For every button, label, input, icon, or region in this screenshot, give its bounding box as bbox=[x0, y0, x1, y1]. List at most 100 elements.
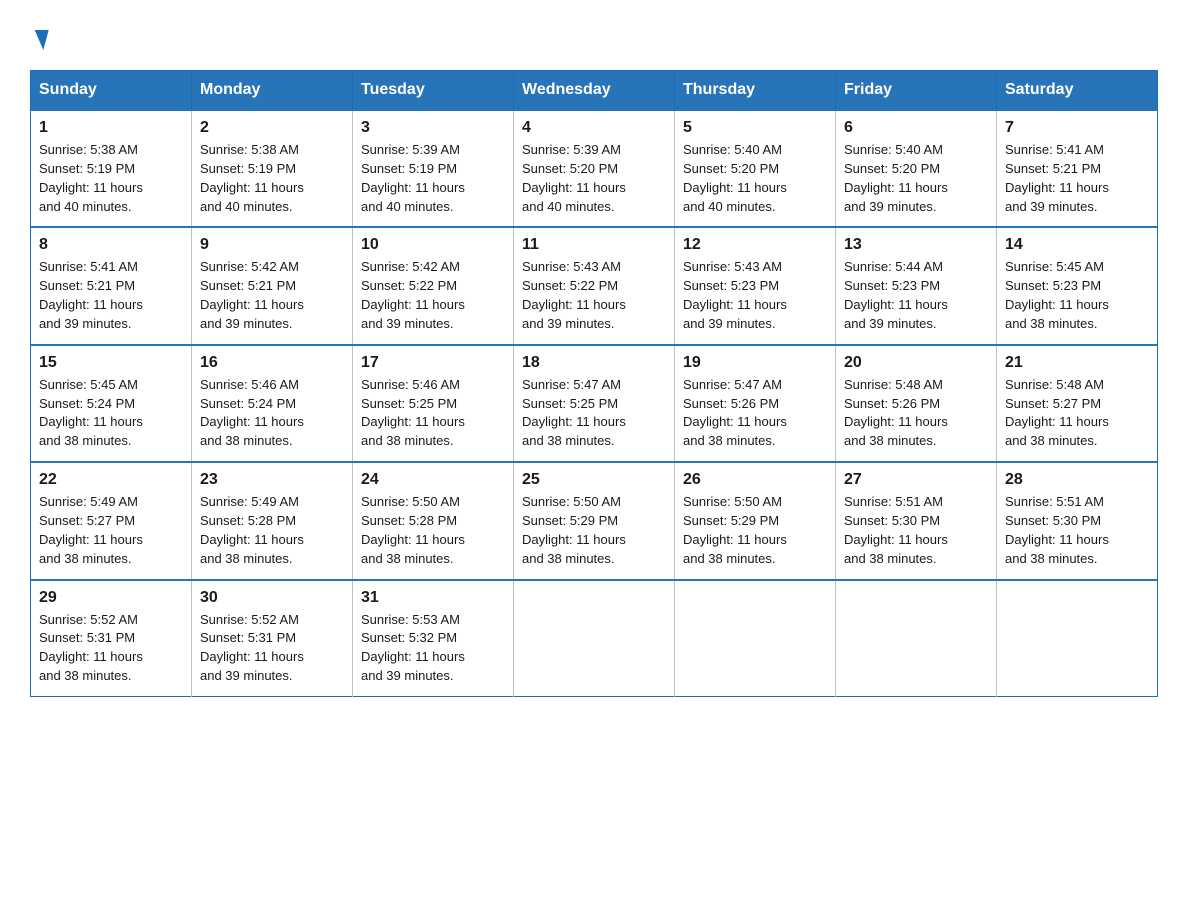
day-number: 24 bbox=[361, 471, 505, 489]
day-number: 29 bbox=[39, 589, 183, 607]
day-number: 9 bbox=[200, 236, 344, 254]
calendar-cell: 11 Sunrise: 5:43 AM Sunset: 5:22 PM Dayl… bbox=[514, 227, 675, 344]
calendar-cell bbox=[836, 580, 997, 697]
calendar-cell: 31 Sunrise: 5:53 AM Sunset: 5:32 PM Dayl… bbox=[353, 580, 514, 697]
calendar-cell: 10 Sunrise: 5:42 AM Sunset: 5:22 PM Dayl… bbox=[353, 227, 514, 344]
day-info: Sunrise: 5:45 AM Sunset: 5:24 PM Dayligh… bbox=[39, 376, 183, 451]
calendar-cell bbox=[997, 580, 1158, 697]
calendar-cell: 16 Sunrise: 5:46 AM Sunset: 5:24 PM Dayl… bbox=[192, 345, 353, 462]
day-info: Sunrise: 5:48 AM Sunset: 5:26 PM Dayligh… bbox=[844, 376, 988, 451]
day-info: Sunrise: 5:50 AM Sunset: 5:28 PM Dayligh… bbox=[361, 493, 505, 568]
day-info: Sunrise: 5:42 AM Sunset: 5:21 PM Dayligh… bbox=[200, 258, 344, 333]
calendar-cell: 17 Sunrise: 5:46 AM Sunset: 5:25 PM Dayl… bbox=[353, 345, 514, 462]
calendar-cell: 6 Sunrise: 5:40 AM Sunset: 5:20 PM Dayli… bbox=[836, 110, 997, 227]
calendar-week-row: 29 Sunrise: 5:52 AM Sunset: 5:31 PM Dayl… bbox=[31, 580, 1158, 697]
day-info: Sunrise: 5:49 AM Sunset: 5:28 PM Dayligh… bbox=[200, 493, 344, 568]
calendar-cell: 28 Sunrise: 5:51 AM Sunset: 5:30 PM Dayl… bbox=[997, 462, 1158, 579]
day-number: 31 bbox=[361, 589, 505, 607]
calendar-week-row: 15 Sunrise: 5:45 AM Sunset: 5:24 PM Dayl… bbox=[31, 345, 1158, 462]
day-info: Sunrise: 5:40 AM Sunset: 5:20 PM Dayligh… bbox=[844, 141, 988, 216]
day-info: Sunrise: 5:41 AM Sunset: 5:21 PM Dayligh… bbox=[39, 258, 183, 333]
day-number: 22 bbox=[39, 471, 183, 489]
calendar-cell bbox=[675, 580, 836, 697]
calendar-cell: 7 Sunrise: 5:41 AM Sunset: 5:21 PM Dayli… bbox=[997, 110, 1158, 227]
day-number: 30 bbox=[200, 589, 344, 607]
day-info: Sunrise: 5:38 AM Sunset: 5:19 PM Dayligh… bbox=[39, 141, 183, 216]
calendar-cell: 27 Sunrise: 5:51 AM Sunset: 5:30 PM Dayl… bbox=[836, 462, 997, 579]
calendar-cell: 26 Sunrise: 5:50 AM Sunset: 5:29 PM Dayl… bbox=[675, 462, 836, 579]
day-number: 19 bbox=[683, 354, 827, 372]
day-info: Sunrise: 5:39 AM Sunset: 5:19 PM Dayligh… bbox=[361, 141, 505, 216]
calendar-week-row: 22 Sunrise: 5:49 AM Sunset: 5:27 PM Dayl… bbox=[31, 462, 1158, 579]
day-number: 23 bbox=[200, 471, 344, 489]
day-number: 6 bbox=[844, 119, 988, 137]
header-tuesday: Tuesday bbox=[353, 71, 514, 111]
day-number: 21 bbox=[1005, 354, 1149, 372]
calendar-cell: 20 Sunrise: 5:48 AM Sunset: 5:26 PM Dayl… bbox=[836, 345, 997, 462]
day-number: 28 bbox=[1005, 471, 1149, 489]
day-info: Sunrise: 5:52 AM Sunset: 5:31 PM Dayligh… bbox=[200, 611, 344, 686]
logo-arrow-icon bbox=[29, 30, 48, 50]
day-info: Sunrise: 5:45 AM Sunset: 5:23 PM Dayligh… bbox=[1005, 258, 1149, 333]
header-monday: Monday bbox=[192, 71, 353, 111]
day-number: 16 bbox=[200, 354, 344, 372]
day-info: Sunrise: 5:43 AM Sunset: 5:23 PM Dayligh… bbox=[683, 258, 827, 333]
calendar-cell: 14 Sunrise: 5:45 AM Sunset: 5:23 PM Dayl… bbox=[997, 227, 1158, 344]
day-number: 13 bbox=[844, 236, 988, 254]
calendar-cell: 1 Sunrise: 5:38 AM Sunset: 5:19 PM Dayli… bbox=[31, 110, 192, 227]
day-number: 11 bbox=[522, 236, 666, 254]
calendar-cell: 12 Sunrise: 5:43 AM Sunset: 5:23 PM Dayl… bbox=[675, 227, 836, 344]
day-info: Sunrise: 5:44 AM Sunset: 5:23 PM Dayligh… bbox=[844, 258, 988, 333]
day-number: 2 bbox=[200, 119, 344, 137]
day-info: Sunrise: 5:42 AM Sunset: 5:22 PM Dayligh… bbox=[361, 258, 505, 333]
calendar-week-row: 1 Sunrise: 5:38 AM Sunset: 5:19 PM Dayli… bbox=[31, 110, 1158, 227]
calendar-cell: 23 Sunrise: 5:49 AM Sunset: 5:28 PM Dayl… bbox=[192, 462, 353, 579]
calendar-cell: 21 Sunrise: 5:48 AM Sunset: 5:27 PM Dayl… bbox=[997, 345, 1158, 462]
header-wednesday: Wednesday bbox=[514, 71, 675, 111]
calendar-cell: 9 Sunrise: 5:42 AM Sunset: 5:21 PM Dayli… bbox=[192, 227, 353, 344]
day-number: 7 bbox=[1005, 119, 1149, 137]
calendar-cell: 4 Sunrise: 5:39 AM Sunset: 5:20 PM Dayli… bbox=[514, 110, 675, 227]
day-number: 14 bbox=[1005, 236, 1149, 254]
calendar-header-row: SundayMondayTuesdayWednesdayThursdayFrid… bbox=[31, 71, 1158, 111]
header-saturday: Saturday bbox=[997, 71, 1158, 111]
calendar-cell: 24 Sunrise: 5:50 AM Sunset: 5:28 PM Dayl… bbox=[353, 462, 514, 579]
day-number: 18 bbox=[522, 354, 666, 372]
calendar-cell: 25 Sunrise: 5:50 AM Sunset: 5:29 PM Dayl… bbox=[514, 462, 675, 579]
day-info: Sunrise: 5:38 AM Sunset: 5:19 PM Dayligh… bbox=[200, 141, 344, 216]
page-header bbox=[30, 20, 1158, 50]
day-info: Sunrise: 5:40 AM Sunset: 5:20 PM Dayligh… bbox=[683, 141, 827, 216]
calendar-cell: 8 Sunrise: 5:41 AM Sunset: 5:21 PM Dayli… bbox=[31, 227, 192, 344]
day-number: 4 bbox=[522, 119, 666, 137]
calendar-cell: 2 Sunrise: 5:38 AM Sunset: 5:19 PM Dayli… bbox=[192, 110, 353, 227]
day-info: Sunrise: 5:51 AM Sunset: 5:30 PM Dayligh… bbox=[844, 493, 988, 568]
day-info: Sunrise: 5:43 AM Sunset: 5:22 PM Dayligh… bbox=[522, 258, 666, 333]
day-info: Sunrise: 5:39 AM Sunset: 5:20 PM Dayligh… bbox=[522, 141, 666, 216]
day-number: 1 bbox=[39, 119, 183, 137]
day-number: 20 bbox=[844, 354, 988, 372]
day-number: 12 bbox=[683, 236, 827, 254]
day-info: Sunrise: 5:53 AM Sunset: 5:32 PM Dayligh… bbox=[361, 611, 505, 686]
day-number: 15 bbox=[39, 354, 183, 372]
day-number: 5 bbox=[683, 119, 827, 137]
day-info: Sunrise: 5:48 AM Sunset: 5:27 PM Dayligh… bbox=[1005, 376, 1149, 451]
day-info: Sunrise: 5:41 AM Sunset: 5:21 PM Dayligh… bbox=[1005, 141, 1149, 216]
header-friday: Friday bbox=[836, 71, 997, 111]
day-number: 3 bbox=[361, 119, 505, 137]
day-info: Sunrise: 5:47 AM Sunset: 5:25 PM Dayligh… bbox=[522, 376, 666, 451]
calendar-week-row: 8 Sunrise: 5:41 AM Sunset: 5:21 PM Dayli… bbox=[31, 227, 1158, 344]
day-info: Sunrise: 5:46 AM Sunset: 5:25 PM Dayligh… bbox=[361, 376, 505, 451]
calendar-cell: 5 Sunrise: 5:40 AM Sunset: 5:20 PM Dayli… bbox=[675, 110, 836, 227]
calendar-cell: 3 Sunrise: 5:39 AM Sunset: 5:19 PM Dayli… bbox=[353, 110, 514, 227]
calendar-cell: 29 Sunrise: 5:52 AM Sunset: 5:31 PM Dayl… bbox=[31, 580, 192, 697]
day-number: 10 bbox=[361, 236, 505, 254]
logo bbox=[30, 20, 46, 50]
day-info: Sunrise: 5:52 AM Sunset: 5:31 PM Dayligh… bbox=[39, 611, 183, 686]
header-thursday: Thursday bbox=[675, 71, 836, 111]
day-number: 8 bbox=[39, 236, 183, 254]
calendar-cell: 18 Sunrise: 5:47 AM Sunset: 5:25 PM Dayl… bbox=[514, 345, 675, 462]
day-info: Sunrise: 5:50 AM Sunset: 5:29 PM Dayligh… bbox=[683, 493, 827, 568]
calendar-cell: 19 Sunrise: 5:47 AM Sunset: 5:26 PM Dayl… bbox=[675, 345, 836, 462]
day-info: Sunrise: 5:51 AM Sunset: 5:30 PM Dayligh… bbox=[1005, 493, 1149, 568]
day-info: Sunrise: 5:46 AM Sunset: 5:24 PM Dayligh… bbox=[200, 376, 344, 451]
